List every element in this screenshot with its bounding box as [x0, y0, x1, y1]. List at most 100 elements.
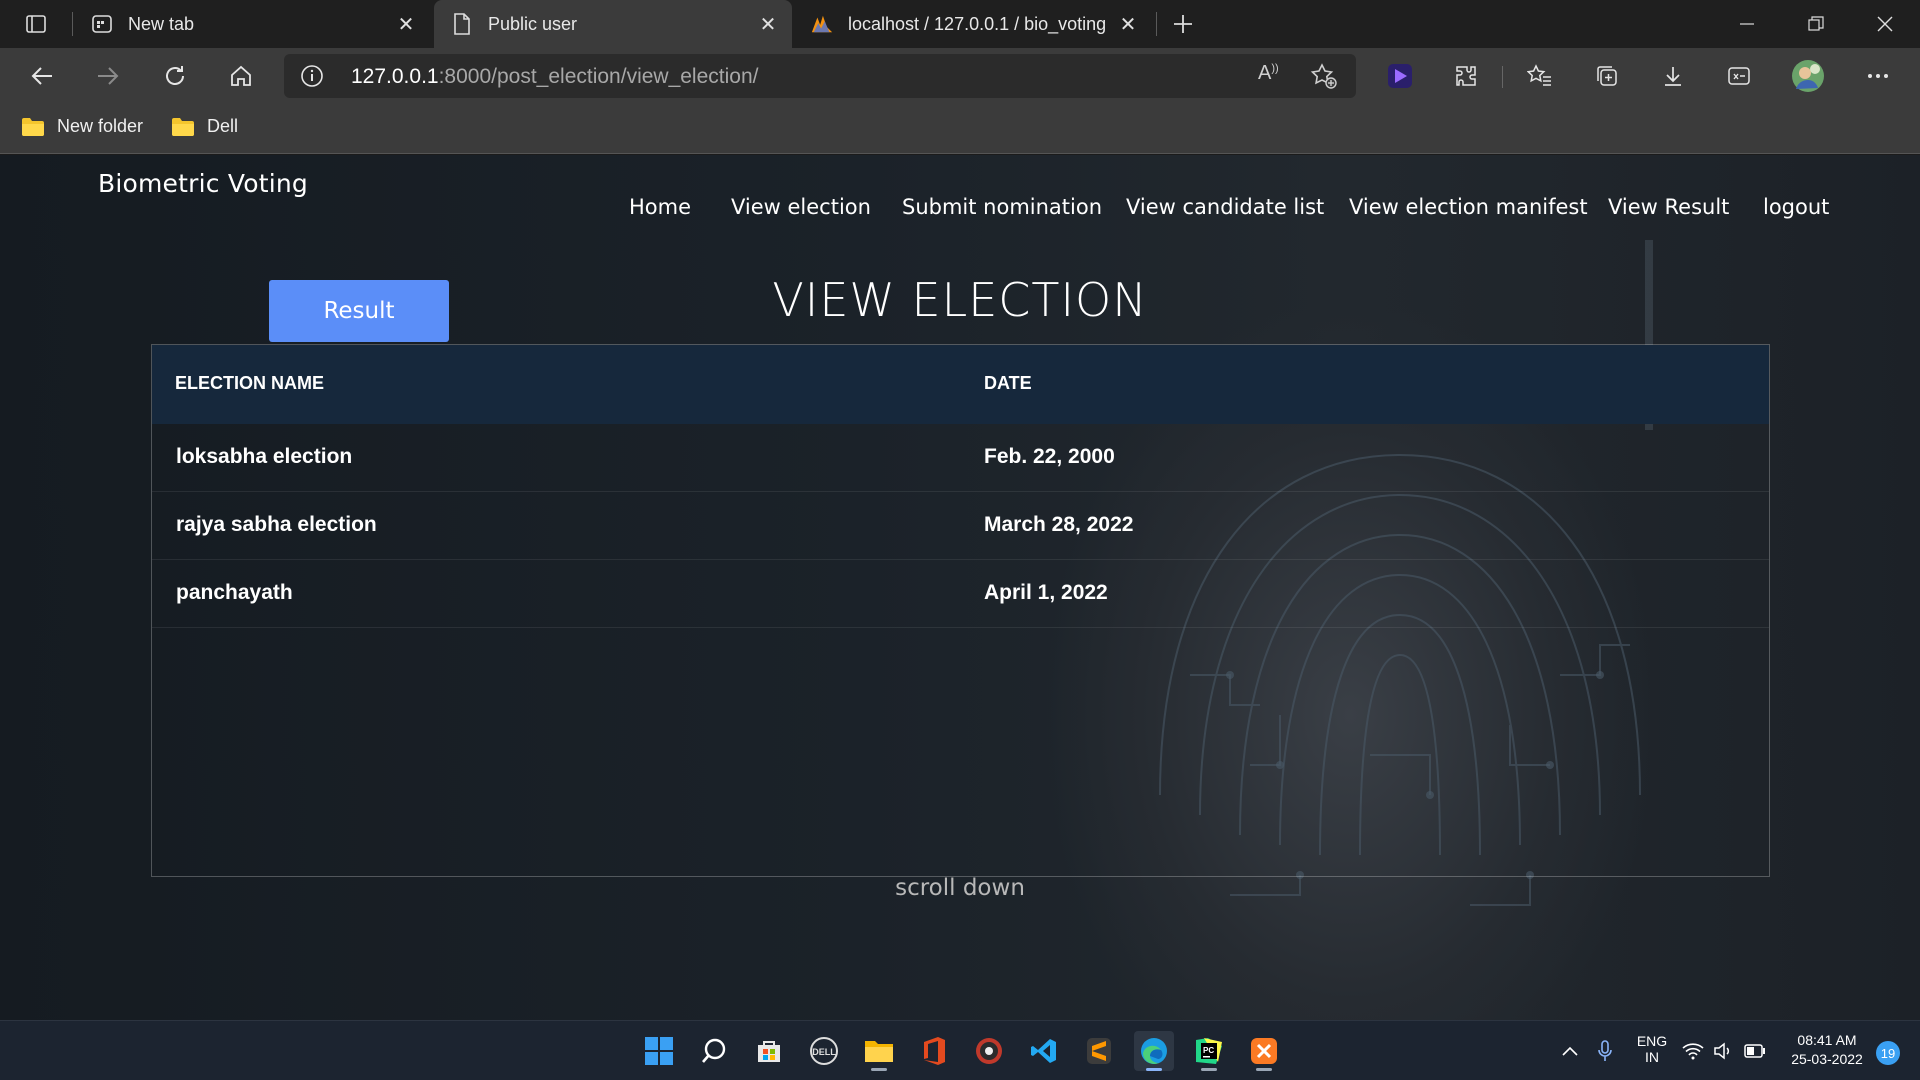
folder-icon [22, 118, 44, 136]
bookmark-label: Dell [207, 116, 239, 136]
url-text[interactable]: 127.0.0.1:8000/post_election/view_electi… [351, 65, 758, 89]
nav-home[interactable]: Home [629, 195, 691, 219]
tab-public-user[interactable]: Public user ✕ [434, 0, 792, 48]
page-title: VIEW ELECTION [772, 273, 1148, 327]
site-brand[interactable]: Biometric Voting [98, 169, 308, 198]
download-icon[interactable] [1651, 56, 1695, 96]
tab-title: New tab [128, 13, 195, 34]
scroll-down-hint[interactable]: scroll down [0, 875, 1920, 901]
cell-election-name: rajya sabha election [176, 513, 377, 536]
file-explorer-icon[interactable] [859, 1031, 899, 1071]
chevron-up-icon[interactable] [1550, 1031, 1590, 1071]
svg-text:DELL: DELL [812, 1047, 836, 1057]
running-indicator [1146, 1068, 1162, 1071]
close-icon[interactable]: ✕ [394, 12, 418, 36]
tab-new-tab[interactable]: New tab ✕ [78, 0, 430, 48]
web-page: Biometric Voting Home View election Subm… [0, 155, 1920, 1020]
cell-election-name: panchayath [176, 581, 293, 604]
browser-toolbar: 127.0.0.1:8000/post_election/view_electi… [0, 48, 1920, 104]
new-tab-button[interactable] [1161, 4, 1205, 44]
math-solver-icon[interactable] [1717, 56, 1761, 96]
toolbar-separator [1502, 66, 1503, 88]
bookmark-label: New folder [57, 116, 144, 136]
extension-purple-icon[interactable] [1378, 56, 1422, 96]
clock-date: 25-03-2022 [1791, 1051, 1863, 1067]
collections-icon[interactable] [1585, 56, 1629, 96]
new-tab-icon [90, 12, 114, 36]
language-indicator[interactable]: ENG IN [1630, 1033, 1674, 1065]
tab-actions-icon[interactable] [14, 4, 58, 44]
info-icon[interactable] [300, 64, 324, 88]
running-indicator [1256, 1068, 1272, 1071]
url-path: :8000/post_election/view_election/ [438, 65, 759, 88]
xampp-icon[interactable] [1244, 1031, 1284, 1071]
url-host: 127.0.0.1 [351, 65, 439, 88]
windows-start-icon[interactable] [639, 1031, 679, 1071]
microsoft-store-icon[interactable] [749, 1031, 789, 1071]
nav-view-election-manifest[interactable]: View election manifest [1349, 195, 1588, 219]
home-button[interactable] [219, 56, 263, 96]
windows-taskbar: DELL PC ENG IN 08:41 AM 25-03-2022 19 [0, 1020, 1920, 1080]
add-favorite-icon[interactable] [1310, 62, 1340, 90]
wifi-icon[interactable] [1678, 1031, 1708, 1071]
edge-icon[interactable] [1134, 1031, 1174, 1071]
page-icon [450, 12, 474, 36]
office-icon[interactable] [914, 1031, 954, 1071]
address-bar[interactable]: 127.0.0.1:8000/post_election/view_electi… [284, 54, 1356, 98]
tab-title: Public user [488, 13, 578, 34]
nav-view-result[interactable]: View Result [1608, 195, 1729, 219]
profile-avatar[interactable] [1786, 56, 1830, 96]
close-icon[interactable]: ✕ [756, 12, 780, 36]
tab-title: localhost / 127.0.0.1 / bio_voting [848, 13, 1107, 34]
phpmyadmin-icon [810, 12, 834, 36]
battery-icon[interactable] [1740, 1031, 1770, 1071]
nav-submit-nomination[interactable]: Submit nomination [902, 195, 1102, 219]
tab-phpmyadmin[interactable]: localhost / 127.0.0.1 / bio_voting ✕ [796, 0, 1152, 48]
clock[interactable]: 08:41 AM 25-03-2022 [1782, 1032, 1872, 1067]
notification-count: 19 [1880, 1045, 1896, 1061]
close-window-button[interactable] [1850, 0, 1920, 48]
cell-election-name: loksabha election [176, 445, 353, 468]
folder-icon [172, 118, 194, 136]
close-icon[interactable]: ✕ [1116, 12, 1140, 36]
microphone-icon[interactable] [1585, 1031, 1625, 1071]
read-aloud-icon[interactable]: A)) [1258, 62, 1288, 90]
nav-view-candidate-list[interactable]: View candidate list [1126, 195, 1324, 219]
dell-icon[interactable]: DELL [804, 1031, 844, 1071]
tab-separator [1156, 12, 1157, 36]
language-code: ENG [1636, 1033, 1668, 1049]
media-player-icon[interactable] [969, 1031, 1009, 1071]
forward-button[interactable] [86, 56, 130, 96]
refresh-button[interactable] [153, 56, 197, 96]
main-nav: Home View election Submit nomination Vie… [0, 195, 1920, 225]
volume-icon[interactable] [1708, 1031, 1738, 1071]
bookmarks-bar: New folder Dell [0, 104, 1920, 154]
vscode-icon[interactable] [1024, 1031, 1064, 1071]
table-row: rajya sabha election March 28, 2022 [152, 492, 1769, 560]
running-indicator [871, 1068, 887, 1071]
column-header-election-name: ELECTION NAME [175, 373, 325, 393]
sublime-text-icon[interactable] [1079, 1031, 1119, 1071]
minimize-button[interactable] [1712, 0, 1782, 48]
column-header-date: DATE [984, 373, 1032, 393]
more-options-icon[interactable] [1856, 56, 1900, 96]
restore-button[interactable] [1781, 0, 1851, 48]
favorites-icon[interactable] [1518, 56, 1562, 96]
back-button[interactable] [20, 56, 64, 96]
search-icon[interactable] [694, 1031, 734, 1071]
cell-date: April 1, 2022 [984, 581, 1108, 604]
nav-view-election[interactable]: View election [731, 195, 871, 219]
election-table: ELECTION NAME DATE loksabha election Feb… [151, 344, 1770, 877]
bookmark-new-folder[interactable]: New folder [21, 116, 143, 137]
svg-text:PC: PC [1203, 1046, 1214, 1055]
notification-badge[interactable]: 19 [1876, 1041, 1900, 1065]
running-indicator [1201, 1068, 1217, 1071]
table-row: panchayath April 1, 2022 [152, 560, 1769, 628]
bookmark-dell[interactable]: Dell [171, 116, 238, 137]
tab-separator [72, 12, 73, 36]
nav-logout[interactable]: logout [1763, 195, 1829, 219]
table-header: ELECTION NAME DATE [152, 345, 1769, 424]
extensions-icon[interactable] [1444, 56, 1488, 96]
region-code: IN [1645, 1049, 1659, 1065]
pycharm-icon[interactable]: PC [1189, 1031, 1229, 1071]
